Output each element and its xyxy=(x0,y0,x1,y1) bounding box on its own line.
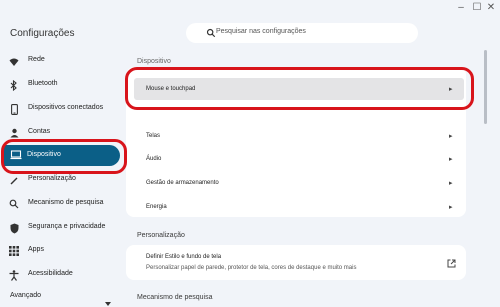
search-placeholder: Pesquisar nas configurações xyxy=(216,28,306,35)
sidebar-item-label: Dispositivos conectados xyxy=(28,104,104,111)
section-title-personalizacao: Personalização xyxy=(137,232,185,239)
sidebar-item-seguranca-e-privacidade[interactable]: Segurança e privacidade xyxy=(0,218,124,240)
brush-icon xyxy=(8,175,20,187)
wallpaper-subtitle: Personalizar papel de parede, protetor d… xyxy=(146,265,357,271)
sidebar-item-bluetooth[interactable]: Bluetooth xyxy=(0,76,124,98)
chevron-right-icon: ▸ xyxy=(449,133,453,140)
wifi-icon xyxy=(8,56,20,68)
sidebar-item-personalizacao[interactable]: Personalização xyxy=(0,172,124,194)
section-title-mecanismo-de-pesquisa: Mecanismo de pesquisa xyxy=(137,294,213,301)
sidebar-item-label: Contas xyxy=(28,128,51,135)
sidebar-item-dispositivos-conectados[interactable]: Dispositivos conectados xyxy=(0,99,124,121)
sidebar-item-label: Personalização xyxy=(28,175,76,182)
chevron-right-icon: ▸ xyxy=(449,204,453,211)
sidebar-item-label: Mecanismo de pesquisa xyxy=(28,199,104,206)
title-bar: – ☐ ✕ xyxy=(0,0,500,18)
chevron-right-icon: ▸ xyxy=(449,86,453,93)
phone-icon xyxy=(8,103,20,115)
sidebar-item-label: Dispositivo xyxy=(27,151,61,158)
wallpaper-row[interactable] xyxy=(126,245,466,280)
row-energia[interactable] xyxy=(126,196,466,220)
apps-grid-icon xyxy=(8,245,20,257)
search-icon xyxy=(8,198,20,210)
accessibility-icon xyxy=(8,269,20,281)
row-label: Energia xyxy=(146,204,167,210)
sidebar-item-label: Segurança e privacidade xyxy=(28,223,106,230)
sidebar-item-contas[interactable]: Contas xyxy=(0,123,124,145)
scrollbar[interactable] xyxy=(484,50,487,124)
person-icon xyxy=(8,127,20,139)
chevron-right-icon: ▸ xyxy=(449,180,453,187)
maximize-button[interactable]: ☐ xyxy=(471,2,483,14)
row-label: Telas xyxy=(146,133,161,139)
app-title: Configurações xyxy=(10,28,75,39)
sidebar-item-rede[interactable]: Rede xyxy=(0,52,124,74)
minimize-button[interactable]: – xyxy=(455,2,467,14)
shield-icon xyxy=(8,222,20,234)
row-label: Áudio xyxy=(146,156,162,162)
search-icon xyxy=(206,28,216,38)
sidebar-item-mecanismo-de-pesquisa[interactable]: Mecanismo de pesquisa xyxy=(0,194,124,216)
row-telas[interactable] xyxy=(126,124,466,148)
row-audio[interactable] xyxy=(126,148,466,172)
chevron-down-icon xyxy=(105,293,111,307)
sidebar-item-label: Rede xyxy=(28,56,45,63)
sidebar-item-label: Avançado xyxy=(10,292,42,299)
section-title-dispositivo: Dispositivo xyxy=(137,58,171,65)
row-label: Gestão de armazenamento xyxy=(146,180,219,186)
sidebar-item-dispositivo[interactable]: Dispositivo xyxy=(4,145,120,166)
sidebar-item-label: Bluetooth xyxy=(28,80,58,87)
sidebar-item-apps[interactable]: Apps xyxy=(0,242,124,264)
row-label: Mouse e touchpad xyxy=(146,86,196,92)
laptop-icon xyxy=(10,149,22,161)
sidebar-item-label: Acessibilidade xyxy=(28,270,73,277)
close-button[interactable]: ✕ xyxy=(485,2,497,14)
external-link-icon[interactable] xyxy=(447,259,456,268)
sidebar-item-acessibilidade[interactable]: Acessibilidade xyxy=(0,265,124,287)
wallpaper-title: Definir Estilo e fundo de tela xyxy=(146,254,222,260)
chevron-right-icon: ▸ xyxy=(449,156,453,163)
sidebar-item-avancado[interactable]: Avançado xyxy=(0,288,124,307)
sidebar-item-label: Apps xyxy=(28,246,44,253)
bluetooth-icon xyxy=(8,79,20,91)
